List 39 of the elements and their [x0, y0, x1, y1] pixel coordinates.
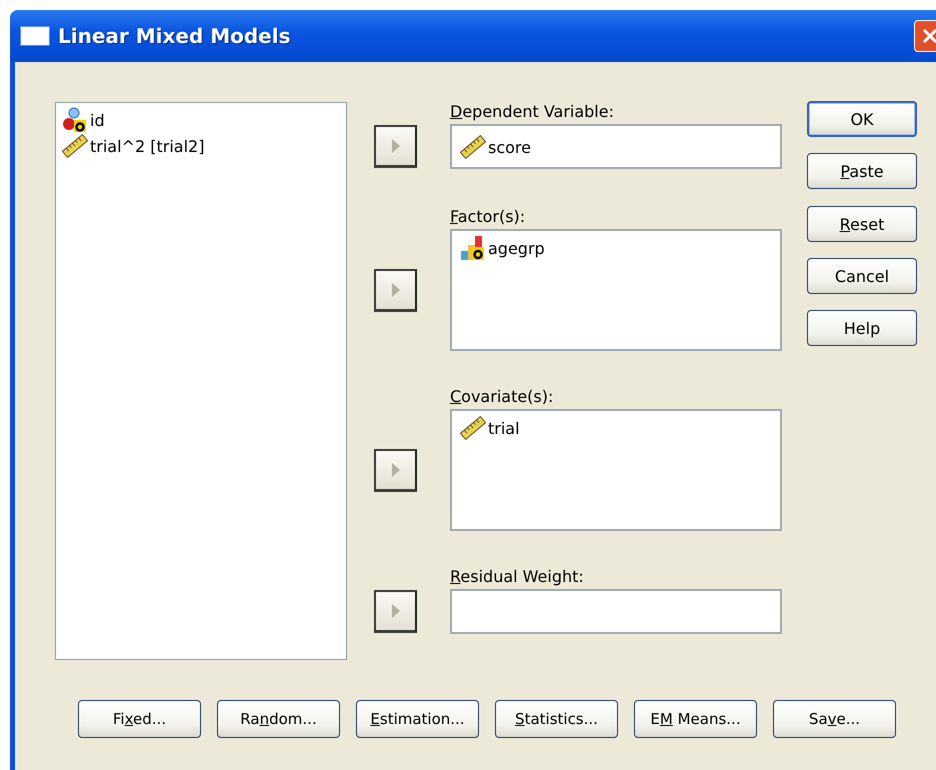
- play-arrow-icon: [390, 282, 400, 298]
- variable-name: trial: [488, 418, 520, 438]
- dialog-button[interactable]: Save...: [773, 700, 896, 738]
- dialog-button[interactable]: Estimation...: [356, 700, 479, 738]
- variable-item[interactable]: score: [460, 134, 772, 160]
- field-label: Dependent Variable:: [450, 102, 615, 123]
- play-arrow-icon: [390, 603, 400, 619]
- variable-item[interactable]: agegrp: [460, 235, 772, 261]
- dialog-button[interactable]: Paste: [807, 153, 917, 189]
- variable-list-box[interactable]: trial: [450, 409, 782, 531]
- field-label: Covariate(s):: [450, 387, 554, 408]
- nominal-variable-icon: [62, 107, 88, 133]
- dialog-button[interactable]: EM Means...: [634, 700, 757, 738]
- dialog-button[interactable]: Statistics...: [495, 700, 618, 738]
- variable-name: id: [90, 110, 105, 130]
- dialog-button[interactable]: OK: [807, 101, 917, 137]
- play-arrow-icon: [390, 462, 400, 478]
- window-icon: [20, 26, 50, 46]
- window-title: Linear Mixed Models: [58, 24, 292, 48]
- ordinal-variable-icon: [460, 235, 486, 261]
- dialog-button[interactable]: Random...: [217, 700, 340, 738]
- field-label: Factor(s):: [450, 207, 526, 228]
- close-icon: [921, 27, 936, 45]
- variable-name: trial^2 [trial2]: [90, 136, 204, 156]
- play-arrow-icon: [390, 138, 400, 154]
- variable-list-box[interactable]: agegrp: [450, 229, 782, 351]
- dialog-button[interactable]: Fixed...: [78, 700, 201, 738]
- variable-item[interactable]: trial^2 [trial2]: [62, 133, 340, 159]
- dialog-button[interactable]: Cancel: [807, 258, 917, 294]
- dialog-button[interactable]: Help: [807, 310, 917, 346]
- variable-name: agegrp: [488, 238, 545, 258]
- dialog-button[interactable]: Reset: [807, 206, 917, 242]
- variable-field[interactable]: score: [450, 124, 782, 169]
- field-label: Residual Weight:: [450, 567, 585, 588]
- variable-item[interactable]: id: [62, 107, 340, 133]
- variable-list[interactable]: id trial^2 [trial2]: [55, 102, 347, 660]
- variable-field[interactable]: [450, 589, 782, 634]
- variable-name: score: [488, 138, 531, 156]
- variable-item[interactable]: trial: [460, 415, 772, 441]
